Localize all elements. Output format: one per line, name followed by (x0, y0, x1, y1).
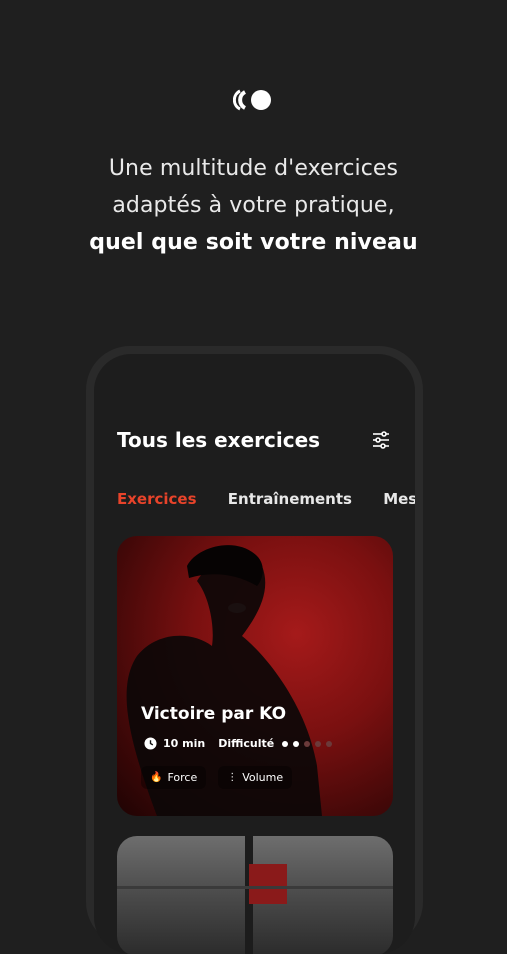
gym-image (117, 836, 393, 954)
headline-line-2: adaptés à votre pratique, (112, 193, 395, 218)
phone-screen: Tous les exercices Exercices Entraînemen… (94, 354, 415, 954)
difficulty-dot (304, 740, 311, 747)
tab-mes[interactable]: Mes f (383, 490, 415, 508)
tab-entrainements[interactable]: Entraînements (228, 490, 352, 508)
headline-line-1: Une multitude d'exercices (108, 156, 399, 181)
exercise-card[interactable]: Victoire par KO 10 min Difficulté 🔥 Forc… (117, 536, 393, 816)
filter-icon[interactable] (371, 430, 391, 450)
flame-icon: 🔥 (150, 772, 163, 783)
tag-label: Force (167, 771, 198, 784)
tab-exercices[interactable]: Exercices (117, 490, 197, 508)
card-meta: 10 min Difficulté (144, 737, 337, 750)
clock-icon (144, 737, 157, 750)
tag-label: Volume (242, 771, 284, 784)
duration: 10 min (163, 737, 206, 750)
exercise-card-next[interactable] (117, 836, 393, 954)
screen-title: Tous les exercices (117, 428, 321, 452)
headline-line-3: quel que soit votre niveau (89, 230, 418, 255)
card-tags: 🔥 Force ⋮ Volume (141, 766, 304, 789)
difficulty-label: Difficulté (218, 737, 275, 750)
app-logo (233, 89, 271, 111)
difficulty-dot (282, 740, 289, 747)
card-title: Victoire par KO (141, 704, 287, 724)
tab-bar: Exercices Entraînements Mes f (117, 490, 415, 508)
tag-force: 🔥 Force (141, 766, 207, 789)
phone-mockup: Tous les exercices Exercices Entraînemen… (86, 346, 423, 954)
difficulty-dot (293, 740, 300, 747)
difficulty-dot (315, 740, 322, 747)
tag-volume: ⋮ Volume (218, 766, 293, 789)
headline: Une multitude d'exercices adaptés à votr… (0, 150, 507, 261)
dumbbell-icon: ⋮ (227, 772, 238, 783)
difficulty-dot (326, 740, 333, 747)
